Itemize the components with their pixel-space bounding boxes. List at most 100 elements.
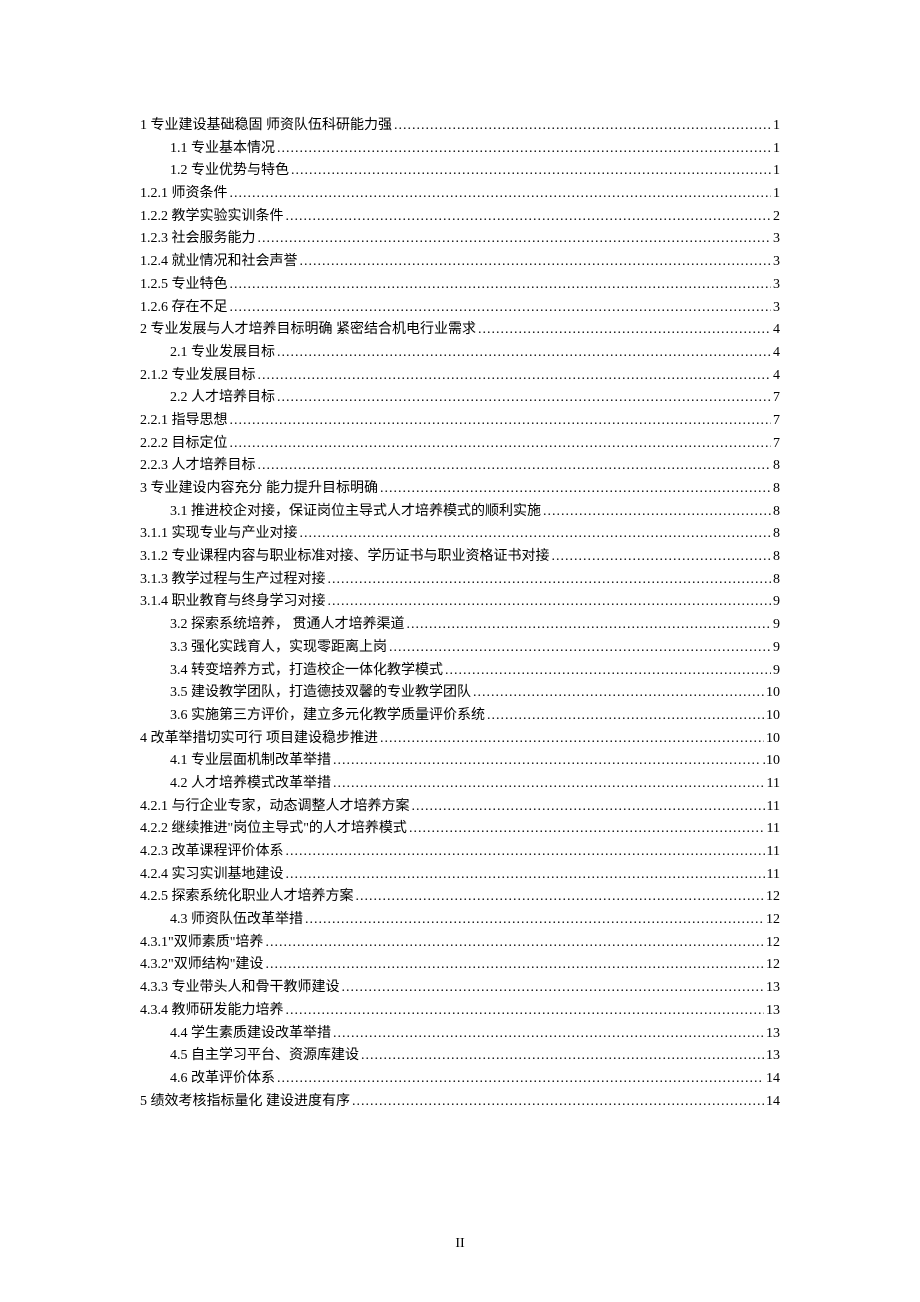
- toc-entry[interactable]: 1.2 专业优势与特色1: [140, 163, 780, 178]
- toc-entry-page: 11: [767, 799, 780, 814]
- toc-leader-dots: [394, 118, 771, 133]
- toc-leader-dots: [265, 957, 764, 972]
- toc-entry[interactable]: 3.3 强化实践育人，实现零距离上岗 9: [140, 640, 780, 655]
- toc-entry[interactable]: 4.1 专业层面机制改革举措.10: [140, 753, 780, 768]
- toc-entry[interactable]: 4.2.2 继续推进"岗位主导式"的人才培养模式11: [140, 821, 780, 836]
- toc-leader-dots: [380, 481, 771, 496]
- toc-leader-dots: [300, 254, 772, 269]
- toc-entry-page: 1: [773, 118, 780, 133]
- toc-entry[interactable]: 4.3.1"双师素质"培养12: [140, 935, 780, 950]
- toc-entry[interactable]: 1.2.2 教学实验实训条件2: [140, 209, 780, 224]
- toc-leader-dots: [230, 186, 772, 201]
- toc-entry[interactable]: 3.1 推进校企对接，保证岗位主导式人才培养模式的顺利实施8: [140, 504, 780, 519]
- toc-entry[interactable]: 1.2.6 存在不足3: [140, 300, 780, 315]
- toc-leader-dots: [352, 1094, 764, 1109]
- toc-entry-page: 8: [773, 458, 780, 473]
- toc-entry[interactable]: 4.3.3 专业带头人和骨干教师建设13: [140, 980, 780, 995]
- toc-entry[interactable]: 1.2.1 师资条件1: [140, 186, 780, 201]
- toc-entry[interactable]: 4.2.3 改革课程评价体系11: [140, 844, 780, 859]
- toc-entry[interactable]: 3.6 实施第三方评价，建立多元化教学质量评价系统10: [140, 708, 780, 723]
- toc-entry-page: 12: [766, 935, 780, 950]
- toc-leader-dots: [277, 141, 771, 156]
- toc-entry-page: 8: [773, 526, 780, 541]
- toc-leader-dots: [305, 912, 764, 927]
- toc-entry[interactable]: 1 专业建设基础稳固 师资队伍科研能力强 1: [140, 118, 780, 133]
- toc-entry[interactable]: 3.1.3 教学过程与生产过程对接8: [140, 572, 780, 587]
- toc-entry-title: 2.1.2 专业发展目标: [140, 368, 256, 383]
- toc-entry[interactable]: 2.2.1 指导思想 7: [140, 413, 780, 428]
- toc-entry[interactable]: 3.1.4 职业教育与终身学习对接9: [140, 594, 780, 609]
- toc-entry-page: 13: [766, 1048, 780, 1063]
- toc-entry-title: 3.4 转变培养方式，打造校企一体化教学模式: [170, 663, 443, 678]
- toc-leader-dots: [389, 640, 771, 655]
- toc-entry-page: 12: [766, 912, 780, 927]
- toc-entry-title: 1 专业建设基础稳固 师资队伍科研能力强: [140, 118, 392, 133]
- toc-entry-page: 10: [766, 685, 780, 700]
- toc-entry[interactable]: 4.5 自主学习平台、资源库建设13: [140, 1048, 780, 1063]
- toc-entry[interactable]: 5 绩效考核指标量化 建设进度有序14: [140, 1094, 780, 1109]
- toc-entry-title: 3.2 探索系统培养， 贯通人才培养渠道: [170, 617, 405, 632]
- toc-leader-dots: [277, 1071, 764, 1086]
- toc-entry[interactable]: 4.6 改革评价体系14: [140, 1071, 780, 1086]
- toc-entry-title: 4.3.3 专业带头人和骨干教师建设: [140, 980, 340, 995]
- toc-entry[interactable]: 4.2.5 探索系统化职业人才培养方案12: [140, 889, 780, 904]
- toc-entry-page: 1: [773, 141, 780, 156]
- toc-entry-title: 2.2.1 指导思想: [140, 413, 228, 428]
- toc-entry-page: 9: [773, 663, 780, 678]
- toc-entry-title: 3.3 强化实践育人，实现零距离上岗: [170, 640, 387, 655]
- toc-leader-dots: [258, 231, 772, 246]
- toc-entry[interactable]: 2.2.3 人才培养目标8: [140, 458, 780, 473]
- toc-entry-title: 2.1 专业发展目标: [170, 345, 275, 360]
- toc-entry[interactable]: 3.4 转变培养方式，打造校企一体化教学模式 9: [140, 663, 780, 678]
- toc-entry[interactable]: 1.2.4 就业情况和社会声誉3: [140, 254, 780, 269]
- toc-leader-dots: [412, 799, 765, 814]
- toc-entry[interactable]: 3.5 建设教学团队，打造德技双馨的专业教学团队10: [140, 685, 780, 700]
- toc-entry-title: 4.2.1 与行企业专家，动态调整人才培养方案: [140, 799, 410, 814]
- toc-leader-dots: [230, 300, 772, 315]
- toc-leader-dots: [265, 935, 764, 950]
- toc-entry[interactable]: 4.3.2"双师结构"建设12: [140, 957, 780, 972]
- toc-entry[interactable]: 1.2.3 社会服务能力3: [140, 231, 780, 246]
- toc-entry-page: 10: [766, 731, 780, 746]
- toc-entry[interactable]: 4.2.1 与行企业专家，动态调整人才培养方案 11: [140, 799, 780, 814]
- toc-leader-dots: [473, 685, 764, 700]
- toc-entry-page: 1: [773, 186, 780, 201]
- toc-entry-title: 4.6 改革评价体系: [170, 1071, 275, 1086]
- toc-entry[interactable]: 4.4 学生素质建设改革举措13: [140, 1026, 780, 1041]
- toc-entry-page: 11: [767, 776, 780, 791]
- toc-entry[interactable]: 4.2 人才培养模式改革举措11: [140, 776, 780, 791]
- toc-entry[interactable]: 3.1.2 专业课程内容与职业标准对接、学历证书与职业资格证书对接8: [140, 549, 780, 564]
- toc-entry-page: 2: [773, 209, 780, 224]
- toc-entry[interactable]: 4 改革举措切实可行 项目建设稳步推进 10: [140, 731, 780, 746]
- toc-leader-dots: [333, 1026, 764, 1041]
- toc-entry-page: 3: [773, 254, 780, 269]
- toc-entry[interactable]: 4.2.4 实习实训基地建设11: [140, 867, 780, 882]
- toc-entry[interactable]: 3.1.1 实现专业与产业对接 8: [140, 526, 780, 541]
- toc-entry[interactable]: 4.3.4 教师研发能力培养13: [140, 1003, 780, 1018]
- toc-entry[interactable]: 1.1 专业基本情况1: [140, 141, 780, 156]
- toc-entry-page: 9: [773, 640, 780, 655]
- toc-entry-title: 4 改革举措切实可行 项目建设稳步推进: [140, 731, 378, 746]
- toc-entry-page: 7: [773, 436, 780, 451]
- toc-entry-title: 4.3.2"双师结构"建设: [140, 957, 263, 972]
- toc-entry[interactable]: 2.1 专业发展目标4: [140, 345, 780, 360]
- toc-entry-title: 2 专业发展与人才培养目标明确 紧密结合机电行业需求: [140, 322, 476, 337]
- toc-entry[interactable]: 2.2.2 目标定位7: [140, 436, 780, 451]
- toc-entry[interactable]: 1.2.5 专业特色3: [140, 277, 780, 292]
- toc-entry[interactable]: 3 专业建设内容充分 能力提升目标明确8: [140, 481, 780, 496]
- toc-entry-title: 3.1.4 职业教育与终身学习对接: [140, 594, 326, 609]
- toc-entry-title: 3.1.1 实现专业与产业对接: [140, 526, 298, 541]
- toc-leader-dots: [342, 980, 765, 995]
- toc-leader-dots: [409, 821, 765, 836]
- toc-entry-page: 7: [773, 413, 780, 428]
- toc-leader-dots: [356, 889, 765, 904]
- toc-leader-dots: [543, 504, 771, 519]
- toc-leader-dots: [328, 594, 772, 609]
- toc-entry[interactable]: 2.2 人才培养目标7: [140, 390, 780, 405]
- toc-entry[interactable]: 4.3 师资队伍改革举措12: [140, 912, 780, 927]
- toc-entry[interactable]: 3.2 探索系统培养， 贯通人才培养渠道9: [140, 617, 780, 632]
- toc-entry[interactable]: 2.1.2 专业发展目标4: [140, 368, 780, 383]
- toc-entry[interactable]: 2 专业发展与人才培养目标明确 紧密结合机电行业需求4: [140, 322, 780, 337]
- toc-leader-dots: [230, 436, 772, 451]
- toc-entry-page: 11: [767, 844, 780, 859]
